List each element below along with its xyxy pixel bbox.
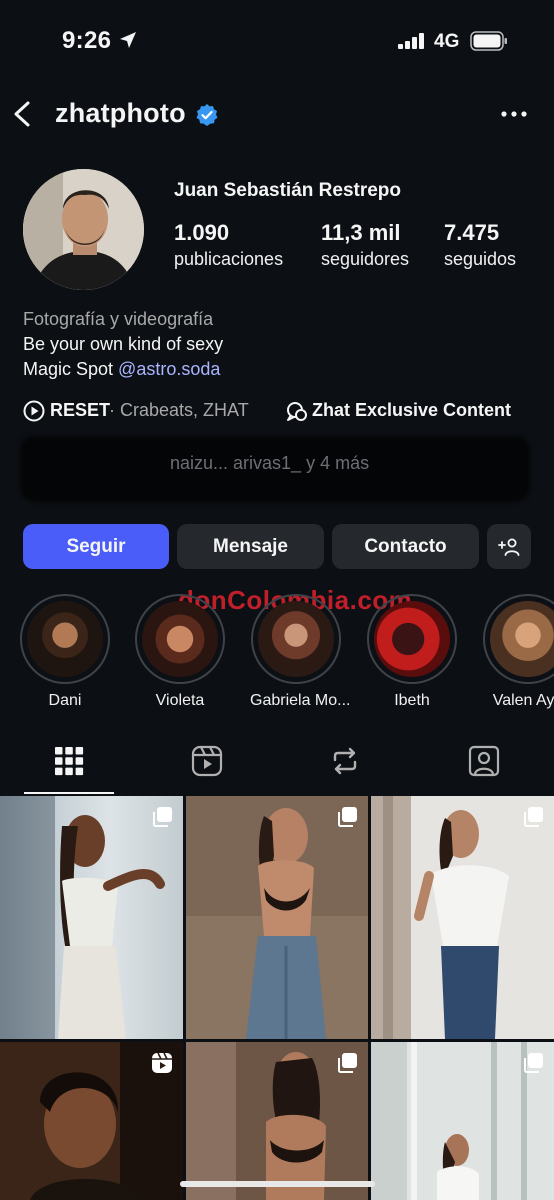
- followed-by-row[interactable]: naizu... arivas1_ y 4 más: [20, 436, 530, 502]
- avatar-photo: [23, 169, 144, 290]
- message-button[interactable]: Mensaje: [177, 524, 324, 569]
- profile-username: zhatphoto: [55, 98, 186, 128]
- highlight-label: Gabriela Mo...: [250, 692, 351, 709]
- profile-bio: Fotografía y videografía Be your own kin…: [23, 307, 223, 382]
- more-options-icon[interactable]: [500, 108, 528, 120]
- stat-followers-label: seguidores: [321, 249, 410, 269]
- add-user-icon: [498, 538, 520, 556]
- battery-icon: [470, 31, 507, 51]
- highlight-ibeth[interactable]: Ibeth: [366, 594, 458, 710]
- stat-followers[interactable]: 11,3 mil seguidores: [321, 220, 409, 272]
- tab-reposts-icon[interactable]: [328, 744, 362, 778]
- stat-posts-label: publicaciones: [174, 249, 284, 269]
- post-thumbnail[interactable]: [0, 1042, 183, 1200]
- stat-following-label: seguidos: [444, 249, 517, 269]
- highlight-label: Dani: [48, 692, 82, 709]
- post-thumbnail[interactable]: [371, 796, 554, 1039]
- network-type: 4G: [434, 31, 460, 52]
- carousel-icon: [524, 807, 543, 827]
- cellular-signal-icon: [398, 33, 424, 49]
- highlight-cover: [258, 601, 334, 677]
- channel-icon: [287, 402, 307, 421]
- followed-by-text: naizu... arivas1_ y 4 más: [170, 453, 370, 473]
- tab-reels-icon[interactable]: [190, 744, 224, 778]
- highlight-label: Valen Aya: [492, 692, 554, 709]
- highlight-cover: [27, 601, 103, 677]
- bio-line-1: Be your own kind of sexy: [23, 334, 224, 354]
- highlight-label: Violeta: [155, 692, 205, 709]
- highlight-cover: [374, 601, 450, 677]
- tab-grid-icon[interactable]: [52, 744, 86, 778]
- highlight-violeta[interactable]: Violeta: [134, 594, 226, 710]
- suggested-users-button[interactable]: [487, 524, 531, 569]
- profile-links-row: RESET · Crabeats, ZHAT Zhat Exclusive Co…: [23, 398, 543, 428]
- home-indicator[interactable]: [180, 1181, 375, 1187]
- status-time: 9:26: [62, 27, 112, 54]
- play-circle-icon: [23, 400, 45, 422]
- location-arrow-icon: [120, 32, 136, 48]
- highlight-label: Ibeth: [394, 692, 430, 709]
- carousel-icon: [338, 807, 357, 827]
- post-thumbnail[interactable]: [371, 1042, 554, 1200]
- contact-button[interactable]: Contacto: [332, 524, 479, 569]
- bio-mention-link[interactable]: @astro.soda: [118, 359, 220, 379]
- follow-button[interactable]: Seguir: [23, 524, 169, 569]
- highlight-dani[interactable]: Dani: [19, 594, 111, 710]
- stat-following-value: 7.475: [444, 220, 500, 245]
- stat-followers-value: 11,3 mil: [321, 220, 401, 245]
- verified-badge-icon: [196, 104, 218, 126]
- status-bar: 9:26 4G: [0, 0, 554, 84]
- profile-screen: 9:26 4G zhatphoto Juan Sebastián Restrep…: [0, 0, 554, 1200]
- profile-full-name: Juan Sebastián Restrepo: [174, 180, 402, 201]
- carousel-icon: [153, 807, 172, 827]
- highlight-cover: [142, 601, 218, 677]
- profile-avatar[interactable]: [23, 169, 144, 290]
- post-image: [0, 796, 165, 1039]
- stat-posts[interactable]: 1.090 publicaciones: [174, 220, 283, 272]
- bio-line-2: Magic Spot @astro.soda: [23, 357, 223, 382]
- post-thumbnail[interactable]: [186, 796, 368, 1039]
- stat-following[interactable]: 7.475 seguidos: [444, 220, 516, 272]
- post-thumbnail[interactable]: [186, 1042, 368, 1200]
- music-link-title[interactable]: RESET: [50, 400, 110, 421]
- back-arrow-icon[interactable]: [10, 99, 36, 129]
- reel-icon: [152, 1052, 172, 1073]
- post-thumbnail[interactable]: [0, 796, 183, 1039]
- active-tab-indicator: [24, 792, 114, 794]
- highlight-cover: [490, 601, 554, 677]
- carousel-icon: [524, 1053, 543, 1073]
- tab-tagged-icon[interactable]: [467, 744, 501, 778]
- music-link-artists[interactable]: · Crabeats, ZHAT: [109, 400, 249, 421]
- bio-line-2-text: Magic Spot: [23, 359, 119, 379]
- channel-link-title[interactable]: Zhat Exclusive Content: [312, 400, 511, 421]
- post-image: [186, 796, 368, 1039]
- post-image: [371, 796, 554, 1039]
- carousel-icon: [338, 1053, 357, 1073]
- highlight-valen[interactable]: Valen Aya: [482, 594, 554, 710]
- highlight-gabriela[interactable]: Gabriela Mo...: [250, 594, 351, 710]
- profile-category: Fotografía y videografía: [23, 309, 214, 329]
- stat-posts-value: 1.090: [174, 220, 230, 245]
